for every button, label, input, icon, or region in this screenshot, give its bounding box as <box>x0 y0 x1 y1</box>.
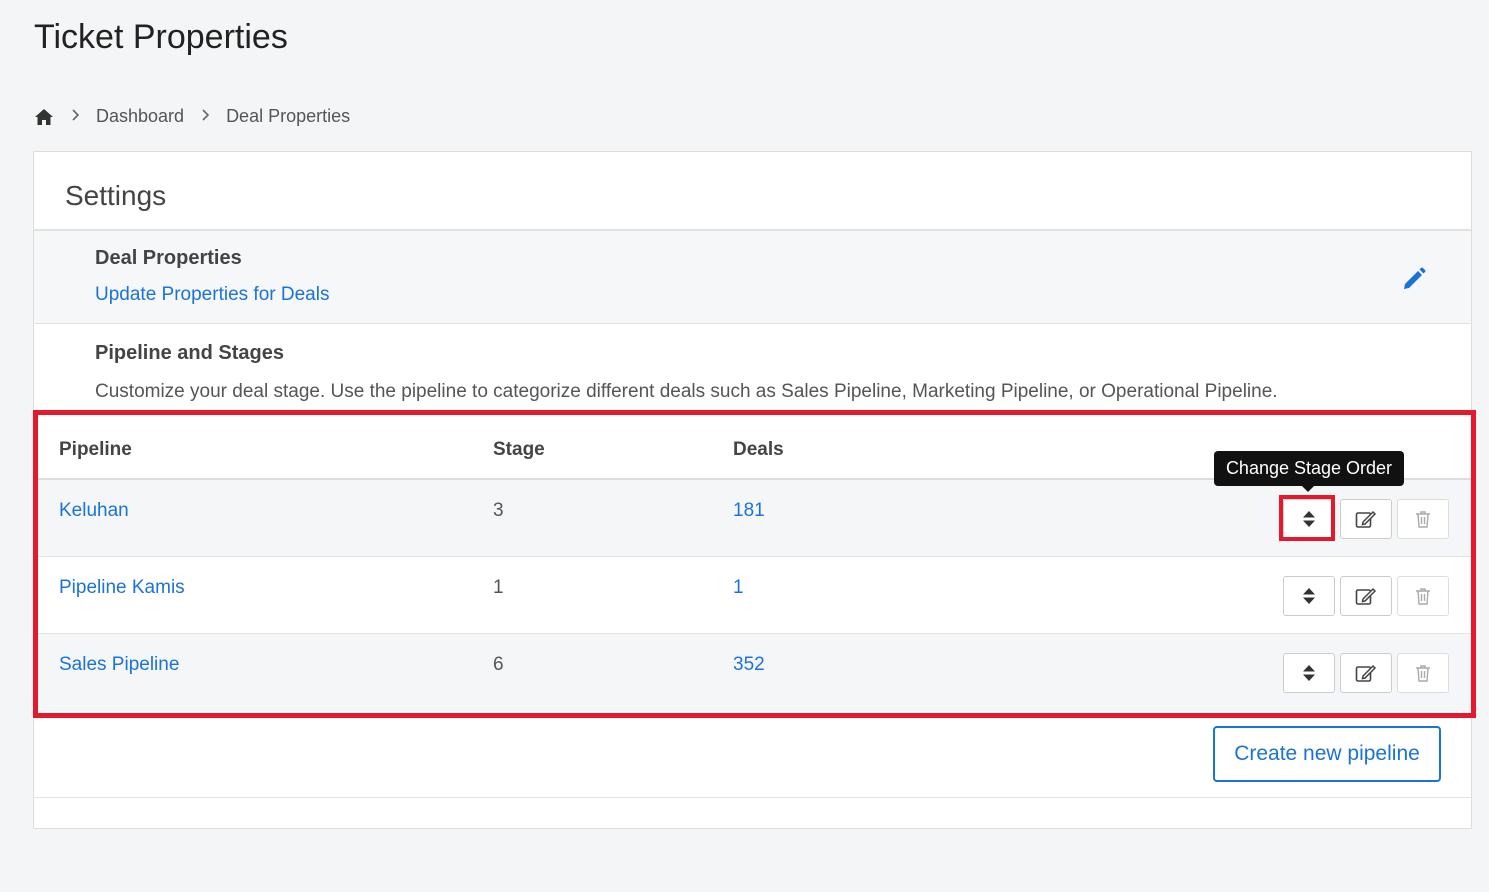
home-icon[interactable] <box>34 108 54 126</box>
breadcrumb-deal-properties[interactable]: Deal Properties <box>226 106 350 127</box>
chevron-right-icon <box>202 108 210 126</box>
header-pipeline: Pipeline <box>59 439 132 460</box>
pipeline-name-link[interactable]: Pipeline Kamis <box>59 577 185 599</box>
card-header: Settings <box>34 152 1471 231</box>
deals-count-link[interactable]: 1 <box>733 577 744 599</box>
trash-icon <box>1416 511 1430 528</box>
header-deals: Deals <box>733 439 784 460</box>
delete-pipeline-button[interactable] <box>1397 499 1449 539</box>
page-title: Ticket Properties <box>34 18 288 56</box>
pipeline-section-title: Pipeline and Stages <box>95 342 284 364</box>
chevron-right-icon <box>72 108 80 126</box>
edit-pipeline-button[interactable] <box>1340 499 1392 539</box>
pipeline-section: Pipeline and Stages Customize your deal … <box>34 324 1471 412</box>
sort-icon <box>1303 588 1315 604</box>
trash-icon <box>1416 665 1430 682</box>
update-properties-link[interactable]: Update Properties for Deals <box>95 284 329 305</box>
header-stage: Stage <box>493 439 545 460</box>
edit-pipeline-button[interactable] <box>1340 653 1392 693</box>
stage-count: 6 <box>493 654 504 675</box>
sort-icon <box>1303 511 1315 527</box>
change-stage-order-tooltip: Change Stage Order <box>1214 451 1404 492</box>
sort-icon <box>1303 665 1315 681</box>
stage-count: 3 <box>493 500 504 521</box>
table-row: Sales Pipeline 6 352 <box>34 634 1471 711</box>
edit-icon <box>1355 664 1377 682</box>
table-row: Keluhan 3 181 <box>34 480 1471 557</box>
change-stage-order-button[interactable] <box>1283 499 1335 539</box>
edit-icon <box>1355 587 1377 605</box>
change-stage-order-button[interactable] <box>1283 653 1335 693</box>
deal-properties-title: Deal Properties <box>95 247 242 269</box>
pipeline-section-description: Customize your deal stage. Use the pipel… <box>95 381 1278 402</box>
breadcrumb-dashboard[interactable]: Dashboard <box>96 106 184 127</box>
trash-icon <box>1416 588 1430 605</box>
deals-count-link[interactable]: 181 <box>733 500 765 522</box>
pencil-icon[interactable] <box>1401 265 1427 291</box>
edit-pipeline-button[interactable] <box>1340 576 1392 616</box>
edit-icon <box>1355 510 1377 528</box>
change-stage-order-button[interactable] <box>1283 576 1335 616</box>
card-footer-divider <box>34 797 1471 798</box>
delete-pipeline-button[interactable] <box>1397 653 1449 693</box>
pipeline-name-link[interactable]: Sales Pipeline <box>59 654 179 676</box>
breadcrumb: Dashboard Deal Properties <box>34 106 350 127</box>
table-row: Pipeline Kamis 1 1 <box>34 557 1471 634</box>
delete-pipeline-button[interactable] <box>1397 576 1449 616</box>
create-pipeline-button[interactable]: Create new pipeline <box>1213 726 1441 782</box>
pipeline-name-link[interactable]: Keluhan <box>59 500 129 522</box>
stage-count: 1 <box>493 577 504 598</box>
deal-properties-section: Deal Properties Update Properties for De… <box>34 231 1471 324</box>
deals-count-link[interactable]: 352 <box>733 654 765 676</box>
